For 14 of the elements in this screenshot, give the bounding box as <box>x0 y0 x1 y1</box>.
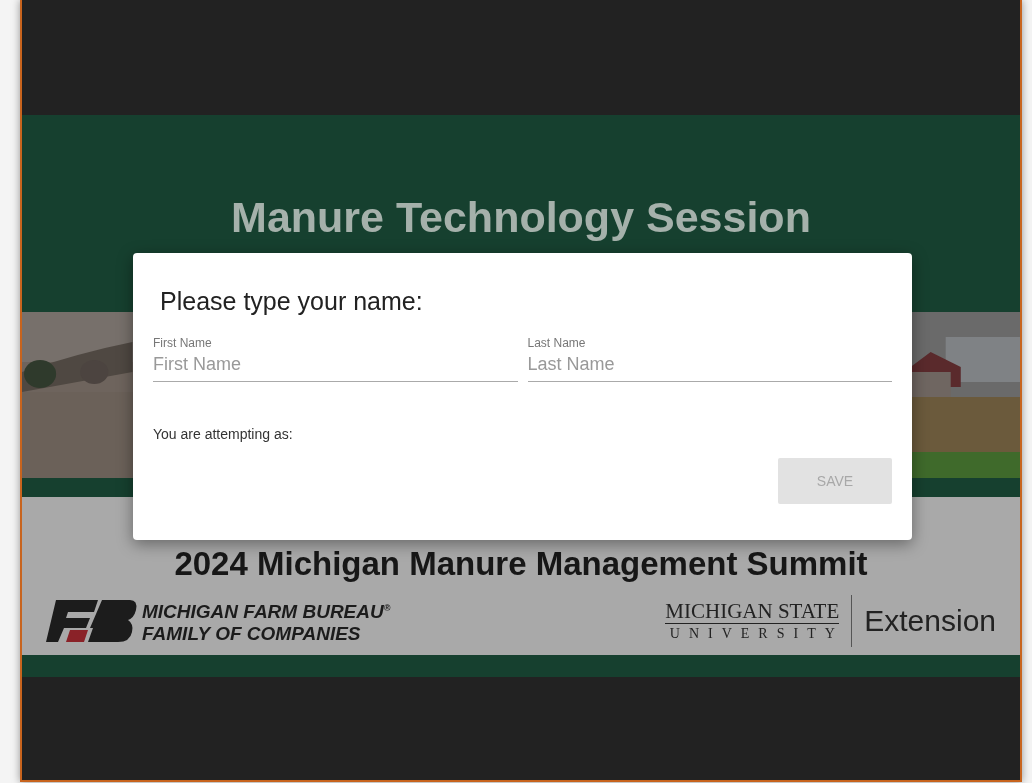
slide-subtitle: 2024 Michigan Manure Management Summit <box>174 545 868 583</box>
logo-icon <box>46 598 138 644</box>
dialog-title: Please type your name: <box>160 287 424 316</box>
logo-text: Extension <box>864 604 996 638</box>
logo-text: UNIVERSITY <box>669 624 844 643</box>
logo-text: MICHIGAN FARM BUREAU$^{®}$ <box>142 600 391 624</box>
slide-title: Manure Technology Session <box>231 193 811 243</box>
field-label: First Name <box>153 336 213 350</box>
field-label: Last Name <box>527 336 587 350</box>
status-text: You are attempting as: <box>153 426 294 442</box>
input-field[interactable]: Last Name <box>527 350 892 382</box>
logo-text: FAMILY OF COMPANIES <box>142 623 362 646</box>
logo-text: MICHIGAN STATE <box>665 598 840 624</box>
input-field[interactable]: First Name <box>153 350 518 382</box>
